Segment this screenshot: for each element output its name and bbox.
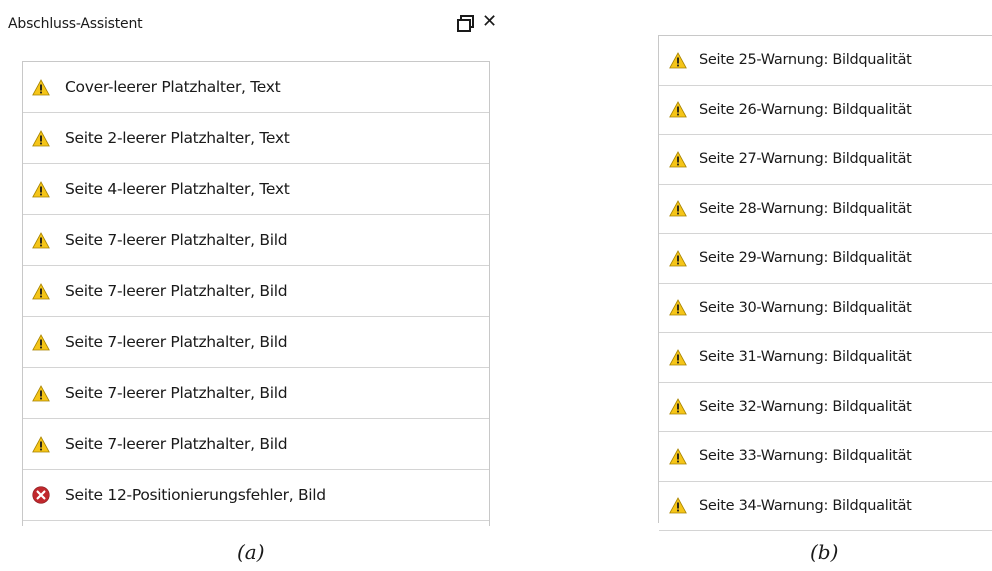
list-item[interactable]: Seite 26-Warnung: Bildqualität [659, 86, 992, 135]
issue-list-a: Cover-leerer Platzhalter, Text Seite 2-le… [22, 61, 490, 526]
list-item[interactable]: Seite 28-Warnung: Bildqualität [659, 185, 992, 234]
list-item[interactable]: Cover-leerer Platzhalter, Text [23, 62, 489, 113]
warning-icon [31, 383, 51, 403]
list-item[interactable]: Seite 33-Warnung: Bildqualität [659, 432, 992, 482]
list-item[interactable]: Seite 32-Warnung: Bildqualität [659, 383, 992, 432]
list-item-label: Seite 7-leerer Platzhalter, Bild [65, 435, 288, 453]
finishing-assistant-panel: Abschluss-Assistent ✕ Cover-leerer Platz… [0, 0, 505, 530]
list-item[interactable]: Seite 4-leerer Platzhalter, Text [23, 164, 489, 215]
error-icon [31, 485, 51, 505]
warning-icon [31, 179, 51, 199]
warning-icon [669, 497, 687, 515]
caption-a: (a) [237, 540, 265, 564]
warning-icon [31, 434, 51, 454]
list-item-label: Seite 30-Warnung: Bildqualität [699, 299, 912, 316]
list-item-label: Seite 33-Warnung: Bildqualität [699, 448, 912, 465]
warning-icon [669, 348, 687, 366]
list-item[interactable]: Seite 29-Warnung: Bildqualität [659, 234, 992, 284]
warning-icon [669, 398, 687, 416]
list-item-label: Seite 4-leerer Platzhalter, Text [65, 180, 290, 198]
list-item-label: Seite 27-Warnung: Bildqualität [699, 151, 912, 168]
list-item[interactable]: Seite 7-leerer Platzhalter, Bild [23, 419, 489, 470]
list-item[interactable]: Seite 7-leerer Platzhalter, Bild [23, 215, 489, 266]
warning-icon [31, 77, 51, 97]
list-item-label: Seite 31-Warnung: Bildqualität [699, 349, 912, 366]
warning-icon [31, 230, 51, 250]
list-item[interactable]: Seite 12-Positionierungsfehler, Bild [23, 470, 489, 521]
list-item-label: Seite 7-leerer Platzhalter, Bild [65, 384, 288, 402]
list-item[interactable]: Seite 7-leerer Platzhalter, Bild [23, 266, 489, 317]
list-item[interactable]: Seite 25-Warnung: Bildqualität [659, 36, 992, 86]
list-item-label: Seite 7-leerer Platzhalter, Bild [65, 333, 288, 351]
warning-icon [669, 200, 687, 218]
list-item-label: Seite 7-leerer Platzhalter, Bild [65, 282, 288, 300]
list-item-label: Seite 25-Warnung: Bildqualität [699, 52, 912, 69]
close-button[interactable]: ✕ [482, 12, 498, 32]
list-item[interactable]: Seite 7-leerer Platzhalter, Bild [23, 317, 489, 368]
list-item-label: Seite 26-Warnung: Bildqualität [699, 101, 912, 118]
warning-icon [669, 299, 687, 317]
warning-icon [669, 150, 687, 168]
close-icon: ✕ [482, 11, 498, 32]
warning-icon [669, 51, 687, 69]
list-item-label: Seite 7-leerer Platzhalter, Bild [65, 231, 288, 249]
list-item-label: Cover-leerer Platzhalter, Text [65, 78, 281, 96]
list-item[interactable]: Seite 31-Warnung: Bildqualität [659, 333, 992, 383]
warning-icon [669, 447, 687, 465]
caption-b: (b) [810, 540, 839, 564]
list-item-label: Seite 12-Positionierungsfehler, Bild [65, 486, 326, 504]
restore-icon [457, 15, 474, 32]
warning-icon [669, 101, 687, 119]
list-item-label: Seite 2-leerer Platzhalter, Text [65, 129, 290, 147]
warning-icon [31, 332, 51, 352]
warning-icon [31, 128, 51, 148]
panel-title: Abschluss-Assistent [8, 16, 143, 32]
list-item-label: Seite 28-Warnung: Bildqualität [699, 200, 912, 217]
list-item-label: Seite 32-Warnung: Bildqualität [699, 398, 912, 415]
panel-titlebar: Abschluss-Assistent ✕ [0, 0, 505, 40]
restore-window-button[interactable] [457, 12, 474, 32]
warning-icon [669, 249, 687, 267]
list-item[interactable]: Seite 7-leerer Platzhalter, Bild [23, 368, 489, 419]
list-item-label: Seite 34-Warnung: Bildqualität [699, 497, 912, 514]
list-item[interactable]: Seite 34-Warnung: Bildqualität [659, 482, 992, 531]
list-item[interactable]: Seite 2-leerer Platzhalter, Text [23, 113, 489, 164]
issue-list-b: Seite 25-Warnung: Bildqualität Seite 26-W… [658, 35, 992, 531]
list-item[interactable]: Seite 27-Warnung: Bildqualität [659, 135, 992, 185]
list-item[interactable]: Seite 30-Warnung: Bildqualität [659, 284, 992, 333]
warning-icon [31, 281, 51, 301]
list-item-label: Seite 29-Warnung: Bildqualität [699, 250, 912, 267]
